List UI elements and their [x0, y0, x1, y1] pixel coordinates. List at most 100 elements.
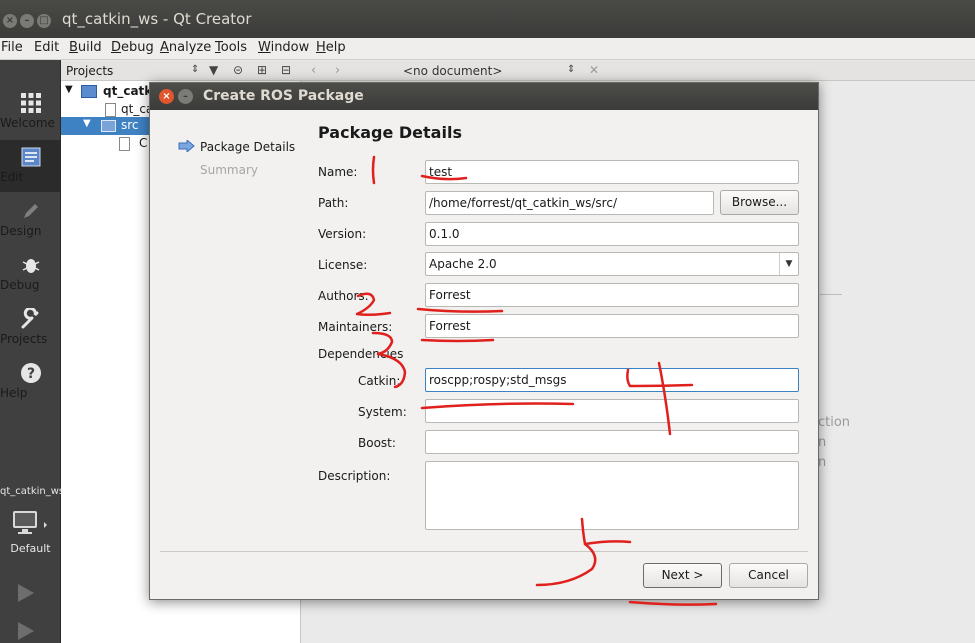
cancel-button[interactable]: Cancel	[729, 563, 808, 588]
pencil-icon	[23, 204, 38, 218]
close-window-icon[interactable]: ×	[3, 14, 17, 28]
mode-label: Projects	[0, 332, 48, 346]
file-icon	[119, 137, 130, 151]
footer-separator	[160, 551, 808, 552]
dialog-minimize-icon[interactable]: –	[178, 89, 193, 104]
boost-label: Boost:	[358, 436, 396, 450]
license-combobox[interactable]: Apache 2.0 ▼	[425, 252, 799, 276]
license-label: License:	[318, 258, 368, 272]
mode-label: Help	[0, 386, 28, 400]
current-step-arrow-icon	[178, 140, 195, 152]
menu-analyze[interactable]: Analyze	[160, 40, 211, 55]
name-input[interactable]	[425, 160, 799, 184]
close-document-icon[interactable]: ✕	[589, 63, 599, 77]
updown-icon[interactable]: ⇕	[567, 64, 575, 75]
document-bar: ‹ › <no document> ⇕ ✕	[301, 61, 975, 81]
version-label: Version:	[318, 227, 367, 241]
path-input[interactable]	[425, 191, 714, 215]
mode-label: Edit	[0, 170, 24, 184]
mode-design[interactable]: Design	[0, 194, 61, 246]
mode-edit[interactable]: Edit	[0, 140, 61, 192]
dependencies-label: Dependencies	[318, 347, 404, 361]
menu-window[interactable]: Window	[258, 40, 309, 55]
mode-label: Design	[0, 224, 42, 238]
background-text: n	[818, 455, 827, 470]
tree-item-label: src	[121, 118, 139, 132]
dialog-close-icon[interactable]: ×	[159, 89, 174, 104]
authors-label: Authors:	[318, 289, 369, 303]
split-icon[interactable]: ⊞	[257, 63, 267, 77]
debug-run-icon[interactable]	[15, 620, 37, 642]
boost-input[interactable]	[425, 430, 799, 454]
catkin-input[interactable]	[425, 368, 799, 392]
mode-selector: Welcome Edit Design Debug Projects ? Hel…	[0, 60, 61, 643]
menu-edit[interactable]: Edit	[34, 40, 59, 55]
step-summary: Summary	[200, 163, 258, 177]
project-folder-icon	[81, 85, 97, 98]
background-text: n	[818, 435, 827, 450]
updown-icon[interactable]: ⇕	[191, 64, 199, 75]
menu-file[interactable]: File	[1, 40, 23, 55]
tree-item-label: C	[139, 136, 148, 150]
folder-icon	[101, 120, 116, 132]
menu-bar: File Edit Build Debug Analyze Tools Wind…	[0, 38, 975, 60]
create-ros-package-dialog: × – Create ROS Package Package Details S…	[149, 82, 819, 600]
license-value: Apache 2.0	[429, 257, 497, 271]
window-titlebar: × – □ qt_catkin_ws - Qt Creator	[0, 0, 975, 38]
system-label: System:	[358, 405, 407, 419]
document-icon	[21, 147, 40, 167]
grid-icon	[20, 93, 41, 113]
wrench-icon	[21, 308, 38, 329]
minimize-window-icon[interactable]: –	[20, 14, 34, 28]
monitor-icon[interactable]	[12, 510, 48, 538]
mode-welcome[interactable]: Welcome	[0, 86, 61, 138]
window-title: qt_catkin_ws - Qt Creator	[62, 10, 252, 28]
background-text: ction	[818, 415, 851, 430]
menu-debug[interactable]: Debug	[111, 40, 154, 55]
browse-button[interactable]: Browse...	[720, 190, 799, 215]
next-button[interactable]: Next >	[643, 563, 722, 588]
menu-tools[interactable]: Tools	[215, 40, 247, 55]
chevron-down-icon[interactable]: ▼	[779, 253, 798, 275]
expand-arrow-icon[interactable]: ▼	[65, 84, 73, 95]
mode-debug[interactable]: Debug	[0, 248, 61, 300]
catkin-label: Catkin:	[358, 374, 401, 388]
authors-input[interactable]	[425, 283, 799, 307]
divider	[820, 294, 842, 295]
projects-pane-header: Projects ⇕ ▼ ⊝ ⊞ ⊟	[61, 61, 301, 81]
forward-icon[interactable]: ›	[335, 63, 340, 78]
maximize-window-icon[interactable]: □	[37, 14, 51, 28]
svg-text:?: ?	[26, 366, 34, 382]
path-label: Path:	[318, 196, 349, 210]
kit-project-name: qt_catkin_ws	[0, 486, 61, 497]
menu-help[interactable]: Help	[316, 40, 346, 55]
menu-build[interactable]: Build	[69, 40, 102, 55]
system-input[interactable]	[425, 399, 799, 423]
maintainers-label: Maintainers:	[318, 320, 393, 334]
mode-label: Debug	[0, 278, 40, 292]
filter-icon[interactable]: ▼	[209, 63, 218, 77]
mode-projects[interactable]: Projects	[0, 302, 61, 354]
description-textarea[interactable]	[425, 461, 799, 530]
document-selector[interactable]: <no document>	[403, 64, 502, 78]
close-pane-icon[interactable]: ⊟	[281, 63, 291, 77]
mode-help[interactable]: ? Help	[0, 356, 61, 408]
mode-label: Welcome	[0, 116, 55, 130]
dialog-titlebar: × – Create ROS Package	[150, 83, 818, 110]
bug-icon	[22, 259, 39, 273]
name-label: Name:	[318, 165, 358, 179]
expand-arrow-icon[interactable]: ▼	[83, 118, 91, 129]
version-input[interactable]	[425, 222, 799, 246]
projects-pane-title: Projects	[66, 64, 114, 78]
help-icon: ?	[20, 363, 41, 383]
maintainers-input[interactable]	[425, 314, 799, 338]
step-package-details: Package Details	[200, 140, 296, 154]
back-icon[interactable]: ‹	[311, 63, 316, 78]
kit-build-config: Default	[10, 542, 51, 555]
page-heading: Package Details	[318, 123, 462, 142]
run-icon[interactable]	[15, 582, 37, 604]
file-icon	[105, 103, 116, 117]
link-icon[interactable]: ⊝	[233, 63, 243, 77]
description-label: Description:	[318, 469, 391, 483]
dialog-title: Create ROS Package	[203, 88, 364, 104]
